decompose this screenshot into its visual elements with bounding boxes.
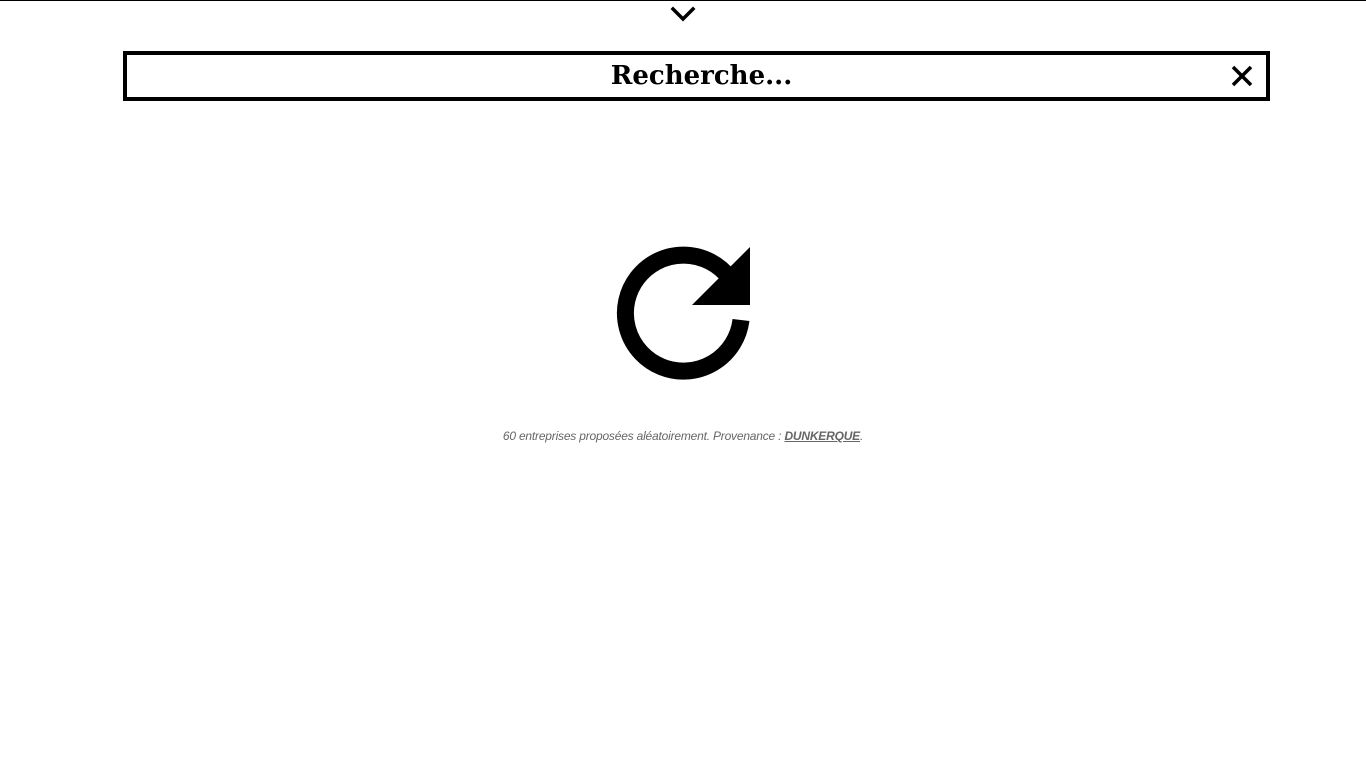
close-icon — [1231, 65, 1253, 87]
clear-search-button[interactable] — [1228, 62, 1256, 90]
refresh-button[interactable] — [610, 240, 756, 386]
refresh-icon — [616, 246, 750, 380]
top-border — [0, 0, 1366, 1]
results-info: 60 entreprises proposées aléatoirement. … — [0, 429, 1366, 443]
results-info-suffix: . — [859, 429, 864, 443]
collapse-toggle-button[interactable] — [667, 3, 699, 25]
results-info-text: 60 entreprises proposées aléatoirement. … — [502, 429, 785, 443]
search-input[interactable] — [201, 56, 1202, 96]
search-box — [123, 51, 1270, 101]
chevron-down-icon — [670, 6, 696, 22]
provenance-link[interactable]: DUNKERQUE — [784, 429, 860, 443]
